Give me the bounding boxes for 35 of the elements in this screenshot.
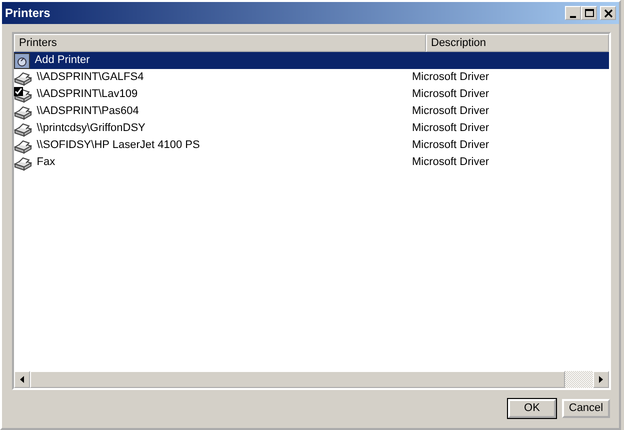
list-row[interactable]: \\ADSPRINT\Pas604 Microsoft Driver: [14, 103, 609, 120]
list-row[interactable]: \\SOFIDSY\HP LaserJet 4100 PS Microsoft Driver: [14, 137, 609, 154]
right-arrow-icon: [599, 376, 603, 383]
close-button[interactable]: [600, 6, 616, 20]
scroll-left-button[interactable]: [14, 371, 30, 388]
left-arrow-icon: [20, 376, 24, 383]
list-row[interactable]: \\ADSPRINT\Lav109 Microsoft Driver: [14, 86, 609, 103]
description-text: Microsoft Driver: [411, 155, 490, 170]
ok-button[interactable]: OK: [508, 399, 556, 418]
close-icon: [602, 8, 614, 18]
minimize-button[interactable]: [565, 6, 582, 20]
minimize-icon: [570, 16, 576, 18]
printer-name: \\ADSPRINT\Lav109: [36, 87, 139, 102]
maximize-icon: [584, 8, 595, 18]
list-row[interactable]: Add Printer: [14, 52, 609, 69]
printer-name: \\ADSPRINT\Pas604: [36, 104, 140, 119]
printer-name: Fax: [36, 155, 56, 170]
column-header[interactable]: Printers: [14, 34, 426, 52]
column-header[interactable]: Description: [426, 34, 609, 52]
list-row[interactable]: \\printcdsy\GriffonDSY Microsoft Driver: [14, 120, 609, 137]
description-text: Microsoft Driver: [411, 138, 490, 154]
printer-name: \\ADSPRINT\GALFS4: [36, 70, 145, 85]
description-text: Microsoft Driver: [411, 70, 490, 86]
window-title: Printers: [5, 5, 50, 22]
list-row[interactable]: \\ADSPRINT\GALFS4 Microsoft Driver: [14, 69, 609, 86]
list-row[interactable]: Fax Microsoft Driver: [14, 154, 609, 171]
maximize-button[interactable]: [581, 6, 598, 20]
add-printer-icon: [14, 52, 30, 68]
printer-name: \\SOFIDSY\HP LaserJet 4100 PS: [36, 138, 201, 153]
scroll-right-button[interactable]: [593, 371, 609, 388]
cancel-button[interactable]: Cancel: [562, 399, 610, 418]
description-text: Microsoft Driver: [411, 87, 490, 102]
description-text: Microsoft Driver: [411, 104, 490, 120]
description-text: Microsoft Driver: [411, 121, 490, 136]
printer-name: \\printcdsy\GriffonDSY: [36, 121, 146, 136]
